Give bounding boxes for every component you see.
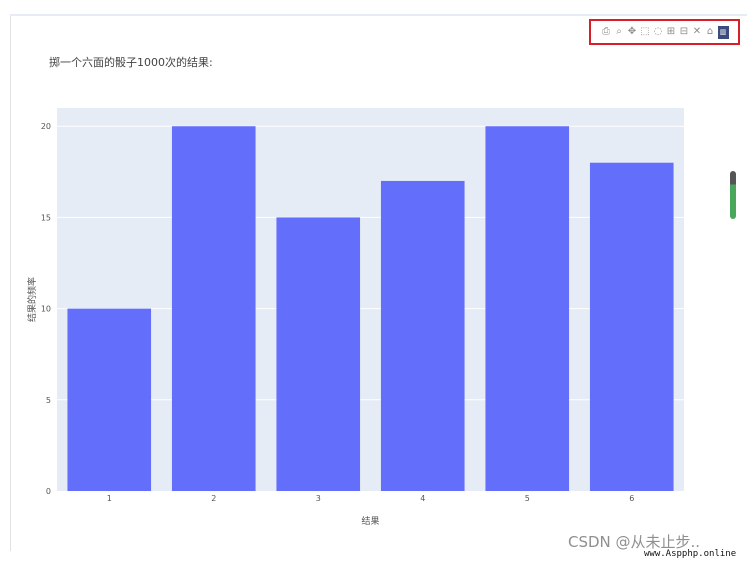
x-tick-label: 5	[525, 494, 530, 503]
bar-4	[380, 180, 465, 491]
bar-5	[485, 126, 570, 491]
watermark-site: www.Aspphp.online	[644, 549, 737, 559]
bar-3	[276, 217, 361, 491]
bar-2	[171, 126, 256, 491]
y-axis-title: 结果的频率	[26, 277, 38, 322]
bar-chart: 0 5 10 15 20 1 2 3 4 5 6 结果 结果的频率	[26, 108, 684, 527]
x-tick-label: 1	[107, 494, 112, 503]
y-tick-label: 15	[41, 213, 51, 222]
x-axis-title: 结果	[361, 515, 379, 527]
x-tick-label: 3	[316, 494, 321, 503]
scrollbar-handle[interactable]	[730, 171, 736, 219]
x-tick-label: 2	[211, 494, 216, 503]
y-tick-label: 10	[41, 305, 51, 314]
bar-6	[589, 162, 674, 491]
x-tick-label: 6	[629, 494, 634, 503]
x-tick-label: 4	[420, 494, 425, 503]
y-tick-label: 0	[46, 487, 51, 496]
bar-1	[67, 308, 152, 491]
y-tick-label: 20	[41, 122, 51, 131]
y-tick-label: 5	[46, 396, 51, 405]
